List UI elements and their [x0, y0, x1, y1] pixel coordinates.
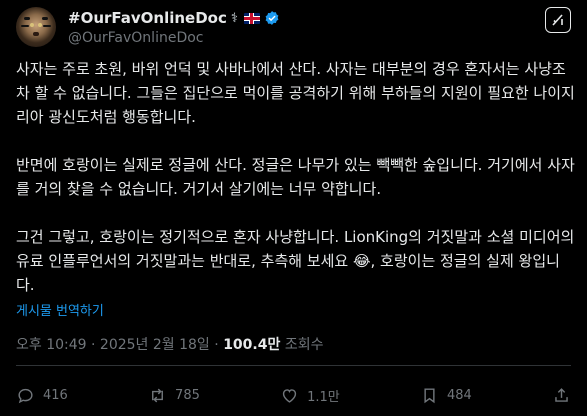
- repost-button[interactable]: 785: [148, 386, 200, 405]
- tweet-header: #OurFavOnlineDoc ⚕ @OurFavOnlineDoc: [16, 7, 571, 47]
- tweet-text: 사자는 주로 초원, 바위 언덕 및 사바나에서 산다. 사자는 대부분의 경우…: [16, 57, 576, 297]
- views-label: 조회수: [284, 337, 324, 353]
- like-count: 1.1만: [307, 389, 340, 405]
- author-display-name[interactable]: #OurFavOnlineDoc: [68, 9, 227, 27]
- medical-symbol-icon: ⚕: [230, 10, 238, 26]
- grok-slash-icon: [552, 14, 563, 26]
- meta-separator: ·: [214, 337, 219, 353]
- heart-icon: [282, 388, 297, 403]
- share-icon: [555, 387, 568, 402]
- bookmark-icon: [424, 387, 435, 403]
- repost-count: 785: [175, 387, 200, 403]
- translate-post-link[interactable]: 게시물 번역하기: [16, 300, 104, 319]
- like-button[interactable]: 1.1만: [280, 386, 340, 405]
- action-bar: 416 785 1.1만 484: [16, 380, 571, 410]
- share-button[interactable]: [552, 386, 571, 405]
- grok-icon[interactable]: [545, 7, 571, 33]
- views-count: 100.4만: [223, 337, 281, 353]
- reply-icon: [18, 388, 33, 403]
- post-date[interactable]: 2025년 2월 18일: [100, 337, 210, 353]
- author-handle[interactable]: @OurFavOnlineDoc: [68, 30, 203, 46]
- verified-badge-icon[interactable]: [264, 10, 280, 26]
- tweet-paragraph-1: 사자는 주로 초원, 바위 언덕 및 사바나에서 산다. 사자는 대부분의 경우…: [16, 60, 575, 126]
- post-time[interactable]: 오후 10:49: [16, 337, 87, 353]
- divider: [16, 365, 571, 366]
- bookmark-button[interactable]: 484: [420, 386, 472, 405]
- repost-icon: [152, 388, 164, 402]
- tweet-paragraph-3: 그건 그렇고, 호랑이는 정기적으로 혼자 사냥합니다. LionKing의 거…: [16, 228, 575, 294]
- author-name-row: #OurFavOnlineDoc ⚕: [68, 9, 280, 27]
- reply-button[interactable]: 416: [16, 386, 68, 405]
- meta-separator: ·: [91, 337, 96, 353]
- tweet-paragraph-2: 반면에 호랑이는 실제로 정글에 산다. 정글은 나무가 있는 빽빽한 숲입니다…: [16, 156, 575, 198]
- reply-count: 416: [43, 387, 68, 403]
- tweet-meta: 오후 10:49 · 2025년 2월 18일 · 100.4만 조회수: [16, 334, 323, 354]
- bookmark-count: 484: [446, 387, 472, 403]
- avatar[interactable]: [16, 7, 56, 47]
- uk-flag-icon: [243, 12, 260, 24]
